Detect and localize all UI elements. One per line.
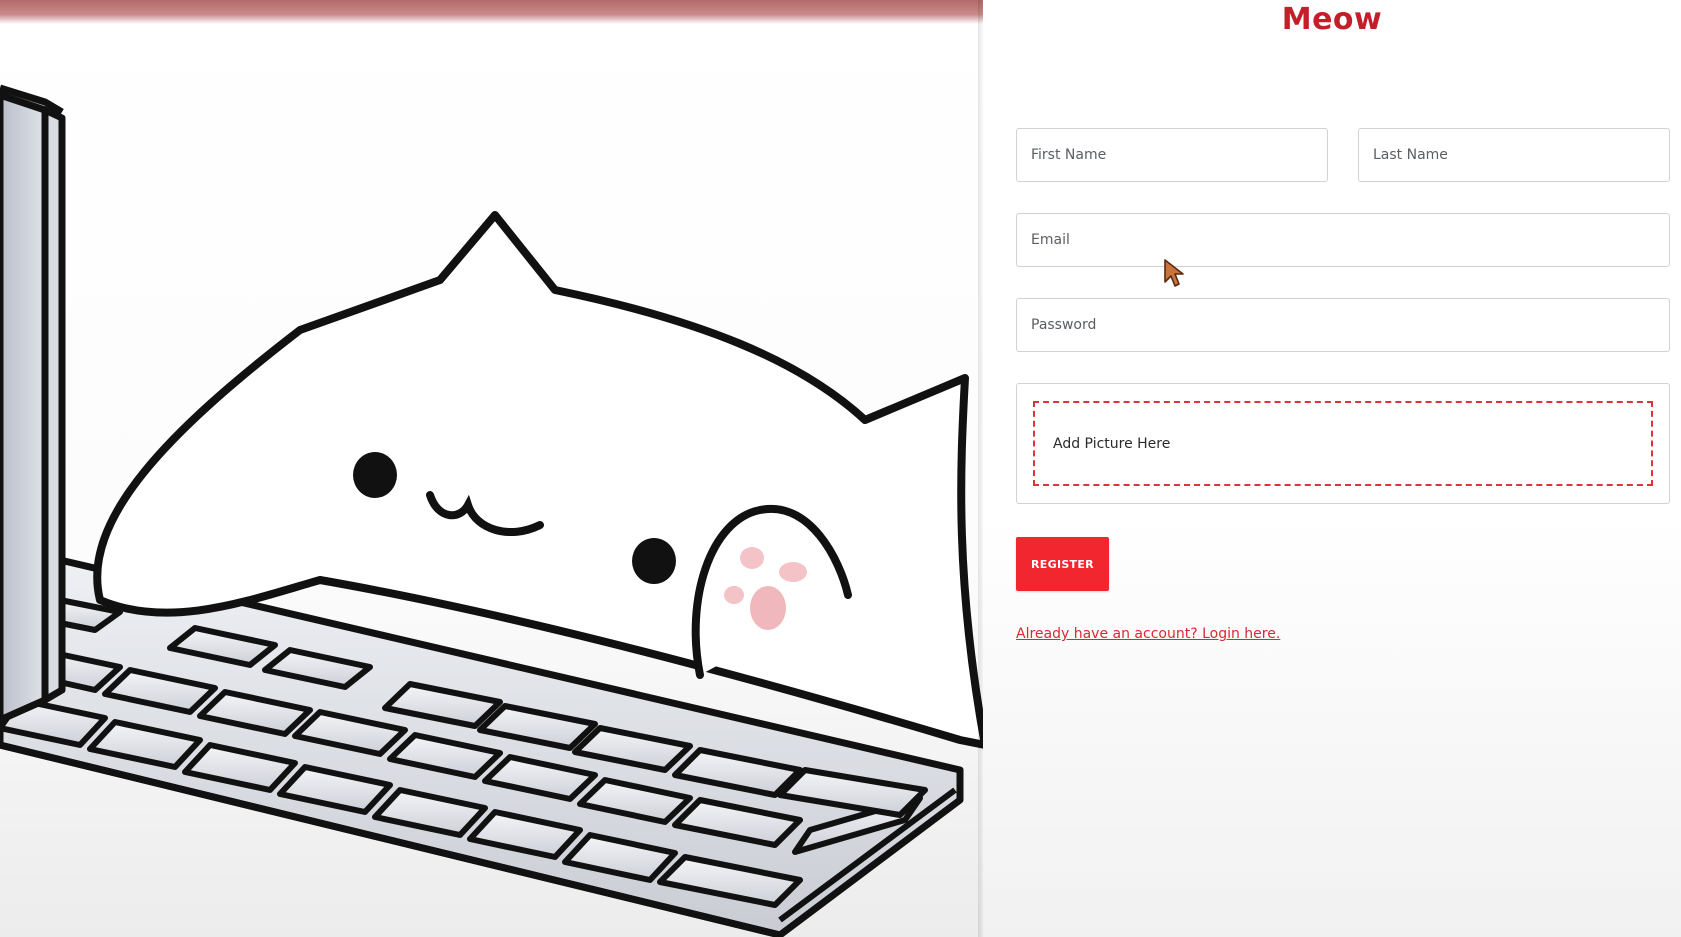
first-name-input[interactable] (1016, 128, 1328, 182)
picture-upload-dropzone[interactable]: Add Picture Here (1033, 401, 1653, 486)
password-input[interactable] (1016, 298, 1670, 352)
cat-at-keyboard-illustration (0, 84, 983, 937)
register-form-panel: Meow Add Picture Here REGISTER Already h… (983, 0, 1681, 937)
register-button[interactable]: REGISTER (1016, 537, 1109, 591)
hero-illustration (0, 0, 983, 937)
brand-title: Meow (1281, 2, 1383, 37)
picture-upload-label: Add Picture Here (1053, 435, 1171, 452)
last-name-input[interactable] (1358, 128, 1670, 182)
monitor-graphic (0, 84, 66, 724)
picture-upload-container: Add Picture Here (1016, 383, 1670, 504)
register-page: Meow Add Picture Here REGISTER Already h… (0, 0, 1681, 937)
email-input[interactable] (1016, 213, 1670, 267)
login-link[interactable]: Already have an account? Login here. (1016, 626, 1280, 642)
